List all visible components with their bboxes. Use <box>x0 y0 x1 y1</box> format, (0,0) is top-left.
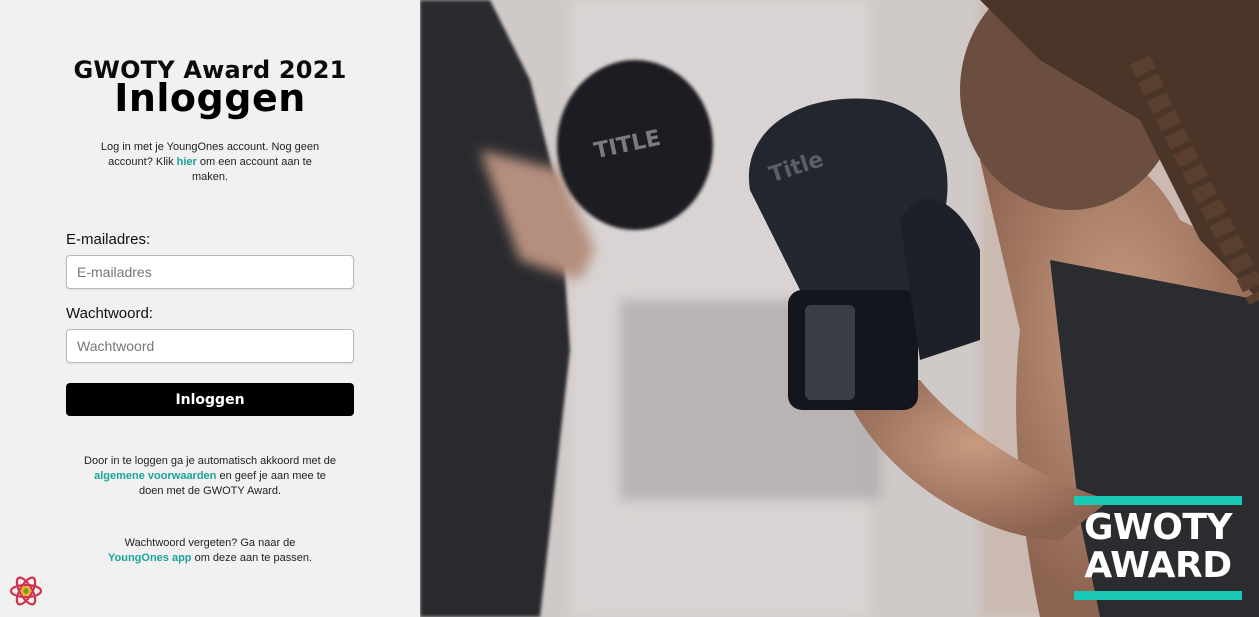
forgot-password-text: Wachtwoord vergeten? Ga naar de YoungOne… <box>108 537 312 564</box>
youngones-app-link[interactable]: YoungOnes app <box>108 552 192 564</box>
react-atom-icon[interactable] <box>9 575 43 607</box>
logo-line-1: GWOTY <box>1084 507 1233 548</box>
login-button[interactable]: Inloggen <box>66 383 354 416</box>
password-field[interactable] <box>66 329 354 363</box>
login-panel: GWOTY Award 2021 Inloggen Log in met je … <box>0 0 420 617</box>
password-label: Wachtwoord: <box>66 305 153 322</box>
gwoty-award-logo: GWOTY AWARD <box>1074 496 1242 600</box>
terms-text: Door in te loggen ga je automatisch akko… <box>84 455 336 497</box>
logo-line-2: AWARD <box>1084 545 1232 586</box>
email-label: E-mailadres: <box>66 231 151 248</box>
logo-top-bar <box>1074 496 1242 505</box>
logo-bottom-bar <box>1074 591 1242 600</box>
email-field[interactable] <box>66 255 354 289</box>
page-title: Inloggen <box>114 76 306 120</box>
intro-text: Log in met je YoungOnes account. Nog gee… <box>100 141 320 183</box>
create-account-link[interactable]: hier <box>177 156 197 168</box>
terms-link[interactable]: algemene voorwaarden <box>94 470 216 482</box>
